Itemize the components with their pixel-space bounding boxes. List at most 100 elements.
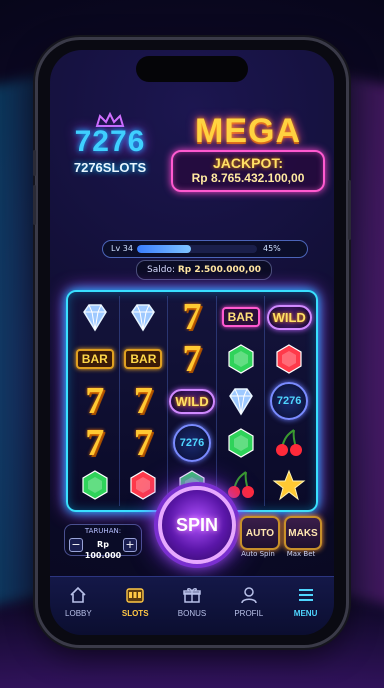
nav-item-lobby[interactable]: LOBBY	[50, 577, 107, 635]
reel-symbol-seven: 7	[121, 382, 165, 420]
reel-symbol-star	[267, 466, 311, 504]
logo-symbol: 7276	[172, 424, 211, 462]
bottom-nav: LOBBY SLOTS BONUS PROFIL MENU	[50, 576, 334, 635]
balance-label: Saldo:	[147, 265, 175, 275]
level-percent: 45%	[263, 244, 281, 253]
logo-text: 7276SLOTS	[73, 160, 147, 175]
jackpot-box: JACKPOT: Rp 8.765.432.100,00	[171, 150, 325, 192]
gem-icon	[227, 344, 254, 374]
star-icon	[272, 469, 306, 501]
gem-icon	[276, 344, 302, 374]
spin-label: SPIN	[175, 514, 218, 535]
nav-label-lobby: LOBBY	[65, 609, 92, 618]
nav-label-bonus: BONUS	[177, 609, 207, 618]
reel-column: BAR	[215, 296, 265, 506]
bet-control: TARUHAN: − Rp 100.000 +	[64, 524, 142, 560]
nav-label-profil: PROFIL	[234, 609, 264, 618]
gift-icon	[183, 588, 201, 603]
reel-symbol-seven: 7	[73, 424, 117, 462]
reel-column: BAR 7 7	[71, 296, 119, 506]
gem-icon	[130, 470, 156, 500]
diamond-icon	[131, 304, 156, 332]
reel-symbol-seven: 7	[170, 340, 214, 378]
reel-symbol-diamond	[73, 298, 117, 336]
bar-symbol: BAR	[75, 349, 114, 369]
reel-symbol-seven: 7	[73, 382, 117, 420]
bet-label: TARUHAN:	[84, 527, 122, 535]
bet-increase-button[interactable]: +	[123, 538, 137, 552]
reel-symbol-bar: BAR	[73, 340, 117, 378]
logo-symbol: 7276	[270, 382, 309, 420]
bar-symbol: BAR	[221, 307, 260, 327]
seven-symbol: 7	[182, 296, 202, 338]
reel-symbol-gem	[267, 340, 311, 378]
nav-label-slots: SLOTS	[121, 609, 149, 618]
reel-symbol-bar: BAR	[121, 340, 165, 378]
max-bet-button[interactable]: MAKS	[284, 516, 322, 550]
seven-symbol: 7	[182, 338, 202, 380]
spin-button[interactable]: SPIN	[158, 486, 236, 564]
reel-symbol-diamond	[219, 382, 263, 420]
seven-symbol: 7	[85, 422, 105, 464]
max-bet-caption: Max Bet	[286, 550, 316, 558]
phone-frame: 7276 7276SLOTS MEGA JACKPOT: Rp 8.765.43…	[33, 40, 351, 645]
cherry-icon	[276, 429, 303, 456]
notch	[136, 56, 248, 82]
bet-value: Rp 100.000	[84, 540, 122, 560]
reel-symbol-gem	[219, 340, 263, 378]
wild-symbol: WILD	[266, 304, 312, 330]
reel-symbol-logo: 7276	[170, 424, 214, 462]
menu-icon	[298, 589, 313, 601]
app-logo: 7276 7276SLOTS	[60, 112, 160, 175]
reel-symbol-gem	[121, 466, 165, 504]
nav-label-menu: MENU	[293, 609, 318, 618]
mega-title: MEGA	[195, 112, 301, 150]
reel-symbol-wild: WILD	[169, 382, 215, 420]
cherry-icon	[227, 471, 254, 498]
balance-value: Rp 2.500.000,00	[177, 265, 261, 275]
home-icon	[70, 586, 86, 603]
reel-symbol-bar: BAR	[219, 298, 263, 336]
seven-symbol: 7	[133, 380, 153, 422]
slot-reels[interactable]: BAR 7 7 BAR 7 7 7 7 WILD 7276 BAR WILD 7276	[66, 290, 318, 512]
reel-symbol-gem	[73, 466, 117, 504]
slot-machine-icon	[126, 588, 144, 603]
gem-icon	[227, 428, 254, 458]
level-bar: Lv 34 45%	[102, 240, 308, 258]
phone-screen: 7276 7276SLOTS MEGA JACKPOT: Rp 8.765.43…	[50, 50, 334, 635]
jackpot-value: Rp 8.765.432.100,00	[191, 171, 305, 185]
wild-symbol: WILD	[169, 388, 215, 414]
volume-down-button	[33, 185, 36, 225]
level-label: Lv 34	[111, 244, 133, 253]
reel-symbol-gem	[219, 424, 263, 462]
reel-column: 7 7 WILD 7276	[167, 296, 216, 506]
diamond-icon	[82, 304, 107, 332]
reel-symbol-seven: 7	[121, 424, 165, 462]
volume-up-button	[33, 150, 36, 176]
reel-column: BAR 7 7	[118, 296, 168, 506]
bar-symbol: BAR	[124, 349, 163, 369]
logo-number: 7276	[74, 125, 146, 158]
balance-display: Saldo: Rp 2.500.000,00	[136, 260, 272, 280]
nav-item-slots[interactable]: SLOTS	[107, 577, 164, 635]
mega-jackpot: MEGA JACKPOT: Rp 8.765.432.100,00	[168, 114, 328, 192]
seven-symbol: 7	[133, 422, 153, 464]
user-icon	[241, 587, 257, 604]
level-progress-fill	[137, 245, 191, 253]
auto-spin-button[interactable]: AUTO	[240, 516, 280, 550]
jackpot-label: JACKPOT:	[212, 155, 283, 171]
reel-symbol-wild: WILD	[266, 298, 312, 336]
reel-column: WILD 7276	[264, 296, 313, 506]
nav-item-profil[interactable]: PROFIL	[220, 577, 277, 635]
nav-item-menu[interactable]: MENU	[277, 577, 334, 635]
seven-symbol: 7	[85, 380, 105, 422]
reel-symbol-cherry	[267, 424, 311, 462]
nav-item-bonus[interactable]: BONUS	[164, 577, 221, 635]
reel-symbol-logo: 7276	[267, 382, 311, 420]
reel-symbol-diamond	[121, 298, 165, 336]
gem-icon	[82, 470, 108, 500]
auto-spin-caption: Auto Spin	[241, 550, 275, 558]
diamond-icon	[228, 388, 253, 416]
reel-symbol-seven: 7	[170, 298, 214, 336]
level-progress-track	[137, 245, 257, 253]
